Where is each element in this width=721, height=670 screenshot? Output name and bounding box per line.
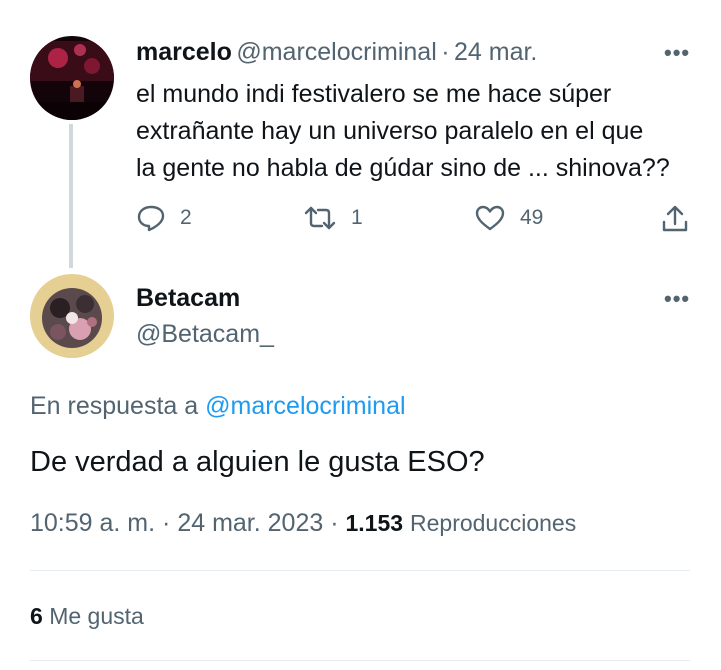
more-icon[interactable]: ••• <box>664 40 690 66</box>
likes-label: Me gusta <box>49 603 144 629</box>
header-separator: · <box>441 38 450 66</box>
tweet-date[interactable]: 24 mar. 2023 <box>177 509 323 537</box>
thread-connector-line <box>69 124 73 268</box>
display-name[interactable]: Betacam <box>136 284 240 313</box>
tweet-meta: 10:59 a. m. · 24 mar. 2023 · 1.153 Repro… <box>30 509 576 538</box>
parent-tweet-header: marcelo @marcelocriminal · 24 mar. <box>136 38 537 67</box>
display-name[interactable]: marcelo <box>136 38 232 66</box>
reply-tweet-text: De verdad a alguien le gusta ESO? <box>30 446 485 478</box>
in-reply-handle-link[interactable]: @marcelocriminal <box>205 392 405 420</box>
user-handle[interactable]: @Betacam_ <box>136 320 274 349</box>
likes-count: 6 <box>30 603 43 629</box>
like-button[interactable]: 49 <box>474 204 543 232</box>
more-icon[interactable]: ••• <box>664 286 690 312</box>
tweet-time[interactable]: 10:59 a. m. <box>30 509 155 537</box>
share-button[interactable] <box>661 204 703 234</box>
retweet-button[interactable]: 1 <box>303 204 363 232</box>
share-icon <box>662 205 688 232</box>
reply-count: 2 <box>180 206 192 229</box>
tweet-date[interactable]: 24 mar. <box>454 38 537 66</box>
like-count: 49 <box>520 206 544 229</box>
meta-separator: · <box>330 509 339 537</box>
retweet-icon <box>304 206 336 230</box>
in-reply-prefix: En respuesta a <box>30 392 199 420</box>
avatar-marcelo[interactable] <box>30 36 114 120</box>
views-count: 1.153 <box>345 510 404 536</box>
like-icon <box>475 205 505 231</box>
tweet-text-line: la gente no habla de gúdar sino de ... s… <box>136 154 670 182</box>
views-label: Reproducciones <box>410 510 577 536</box>
user-handle[interactable]: @marcelocriminal <box>236 38 436 66</box>
retweet-count: 1 <box>351 206 363 229</box>
reply-icon <box>137 205 165 232</box>
avatar-betacam[interactable] <box>30 274 114 358</box>
meta-separator: · <box>162 509 171 537</box>
tweet-text-line: extrañante hay un universo paralelo en e… <box>136 117 644 145</box>
divider <box>30 660 690 661</box>
in-reply-to: En respuesta a @marcelocriminal <box>30 392 406 421</box>
likes-stat[interactable]: 6 Me gusta <box>30 603 144 630</box>
parent-tweet-text: el mundo indi festivalero se me hace súp… <box>136 76 670 187</box>
divider <box>30 570 690 571</box>
tweet-text-line: el mundo indi festivalero se me hace súp… <box>136 80 612 108</box>
reply-button[interactable]: 2 <box>136 204 192 232</box>
